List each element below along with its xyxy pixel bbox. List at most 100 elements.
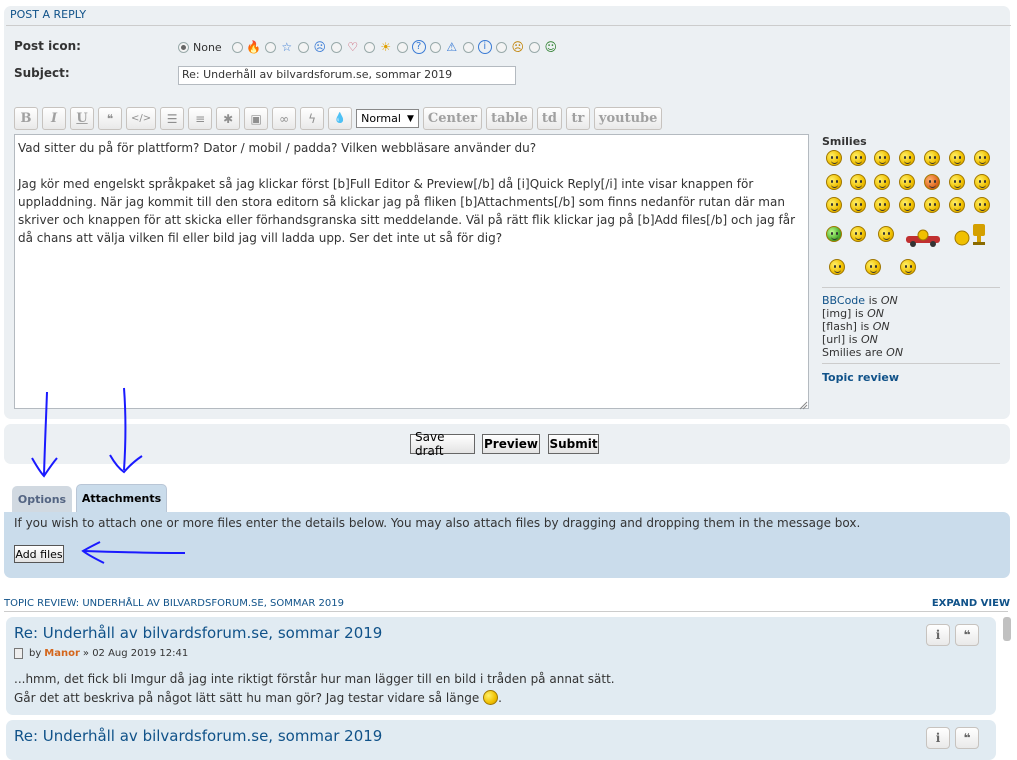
smiley-icon[interactable] [850, 197, 866, 213]
post-icon-radio[interactable] [297, 41, 309, 53]
underline-button[interactable]: U [70, 107, 94, 130]
italic-button[interactable]: I [42, 107, 66, 130]
post-icon-options: None 🔥 ☆ ☹ ♡ ☀ ? ⚠ i ☹ ☺ [178, 38, 562, 56]
font-size-select[interactable]: Normal ▼ [356, 109, 419, 128]
is-word: is [868, 294, 878, 307]
table-button[interactable]: table [486, 107, 533, 130]
shocked-face-icon: ☹ [313, 40, 326, 54]
post-icon-shocked-option[interactable]: ☹ [297, 40, 327, 54]
smilies-state: ON [886, 346, 904, 359]
post-icon-radio[interactable] [363, 41, 375, 53]
save-draft-button[interactable]: Save draft [410, 430, 475, 458]
post-icon-radio[interactable] [264, 41, 276, 53]
smiley-icon[interactable] [826, 226, 842, 242]
smiley-icon[interactable] [874, 150, 890, 166]
smiley-icon[interactable] [899, 197, 915, 213]
post-icon-fire-option[interactable]: 🔥 [231, 40, 261, 54]
bold-button[interactable]: B [14, 107, 38, 130]
post-date: » 02 Aug 2019 12:41 [82, 648, 189, 659]
list-item-button[interactable]: ✱ [216, 107, 241, 130]
tab-options[interactable]: Options [12, 486, 72, 512]
code-button[interactable]: </> [126, 107, 157, 130]
post-icon-star-option[interactable]: ☆ [264, 40, 294, 54]
smiley-icon[interactable] [826, 150, 842, 166]
list-button[interactable]: ☰ [160, 107, 185, 130]
topic-review-heading: TOPIC REVIEW: UNDERHÅLL AV BILVARDSFORUM… [4, 598, 344, 609]
link-button[interactable]: ∞ [272, 107, 297, 130]
info-icon: i [477, 40, 492, 54]
smiley-icon[interactable] [949, 174, 965, 190]
post-title-link[interactable]: Re: Underhåll av bilvardsforum.se, somma… [14, 624, 382, 642]
tab-attachments[interactable]: Attachments [76, 484, 167, 512]
img-state: ON [867, 307, 885, 320]
smiley-icon[interactable] [974, 174, 990, 190]
message-textarea[interactable]: Vad sitter du på för plattform? Dator / … [14, 134, 809, 409]
post-icon-heart-option[interactable]: ♡ [330, 40, 360, 54]
smiley-icon[interactable] [974, 150, 990, 166]
smiley-icon[interactable] [899, 174, 915, 190]
flash-status: [flash] is ON [822, 320, 890, 333]
info-button[interactable]: i [926, 624, 950, 646]
image-button[interactable]: ▣ [244, 107, 269, 130]
post-icon-sun-option[interactable]: ☀ [363, 40, 393, 54]
post-icon-radio[interactable] [495, 41, 507, 53]
smiley-icon[interactable] [949, 197, 965, 213]
sun-icon: ☀ [380, 40, 392, 54]
smiley-icon[interactable] [850, 174, 866, 190]
post-title-link[interactable]: Re: Underhåll av bilvardsforum.se, somma… [14, 727, 382, 745]
post-icon-question-option[interactable]: ? [396, 40, 426, 54]
post-icon-radio[interactable] [330, 41, 342, 53]
center-button[interactable]: Center [422, 107, 483, 130]
youtube-button[interactable]: youtube [593, 107, 663, 130]
smiley-icon[interactable] [829, 259, 845, 275]
smiley-icon[interactable] [826, 197, 842, 213]
flash-button[interactable]: ϟ [300, 107, 325, 130]
car-smiley-icon[interactable] [903, 228, 943, 248]
post-icon-radio[interactable] [396, 41, 408, 53]
smiley-icon[interactable] [949, 150, 965, 166]
add-files-button[interactable]: Add files [14, 545, 64, 563]
preview-button[interactable]: Preview [482, 434, 540, 454]
scrollbar-thumb[interactable] [1003, 617, 1011, 641]
post-icon-sad-option[interactable]: ☹ [495, 40, 525, 54]
smiley-icon[interactable] [924, 174, 940, 190]
post-icon-radio[interactable] [528, 41, 540, 53]
numbered-list-button[interactable]: ≡ [188, 107, 213, 130]
post-icon-grin-option[interactable]: ☺ [528, 40, 558, 54]
smiley-icon[interactable] [924, 150, 940, 166]
is-word: is [854, 307, 864, 320]
post-icon-radio[interactable] [429, 41, 441, 53]
subject-input[interactable]: Re: Underhåll av bilvardsforum.se, somma… [178, 66, 516, 85]
author-link[interactable]: Manor [44, 648, 80, 659]
post-icon-warning-option[interactable]: ⚠ [429, 40, 459, 54]
color-button[interactable]: 💧 [328, 107, 353, 130]
smilies-heading: Smilies [822, 135, 867, 148]
resize-grip[interactable] [799, 399, 808, 410]
post-icon-none-radio[interactable] [178, 41, 189, 53]
post-icon-none-option[interactable]: None [178, 41, 228, 54]
smiley-icon[interactable] [899, 150, 915, 166]
expand-view-link[interactable]: EXPAND VIEW [932, 598, 1010, 609]
tr-button[interactable]: tr [565, 107, 590, 130]
smiley-icon[interactable] [850, 226, 866, 242]
info-button[interactable]: i [926, 727, 950, 749]
topic-review-link[interactable]: Topic review [822, 371, 899, 384]
quote-post-button[interactable]: ❝ [955, 624, 979, 646]
smiley-icon[interactable] [874, 197, 890, 213]
smiley-icon[interactable] [850, 150, 866, 166]
submit-button[interactable]: Submit [548, 434, 599, 454]
post-icon-radio[interactable] [231, 41, 243, 53]
smiley-icon[interactable] [826, 174, 842, 190]
smiley-icon[interactable] [924, 197, 940, 213]
smiley-icon[interactable] [865, 259, 881, 275]
trophy-smiley-icon[interactable] [953, 222, 989, 248]
quote-button[interactable]: ❝ [98, 107, 122, 130]
smiley-icon[interactable] [974, 197, 990, 213]
td-button[interactable]: td [536, 107, 562, 130]
quote-post-button[interactable]: ❝ [955, 727, 979, 749]
post-icon-radio[interactable] [462, 41, 474, 53]
post-icon-info-option[interactable]: i [462, 40, 492, 54]
smiley-icon[interactable] [878, 226, 894, 242]
smiley-icon[interactable] [900, 259, 916, 275]
smiley-icon[interactable] [874, 174, 890, 190]
